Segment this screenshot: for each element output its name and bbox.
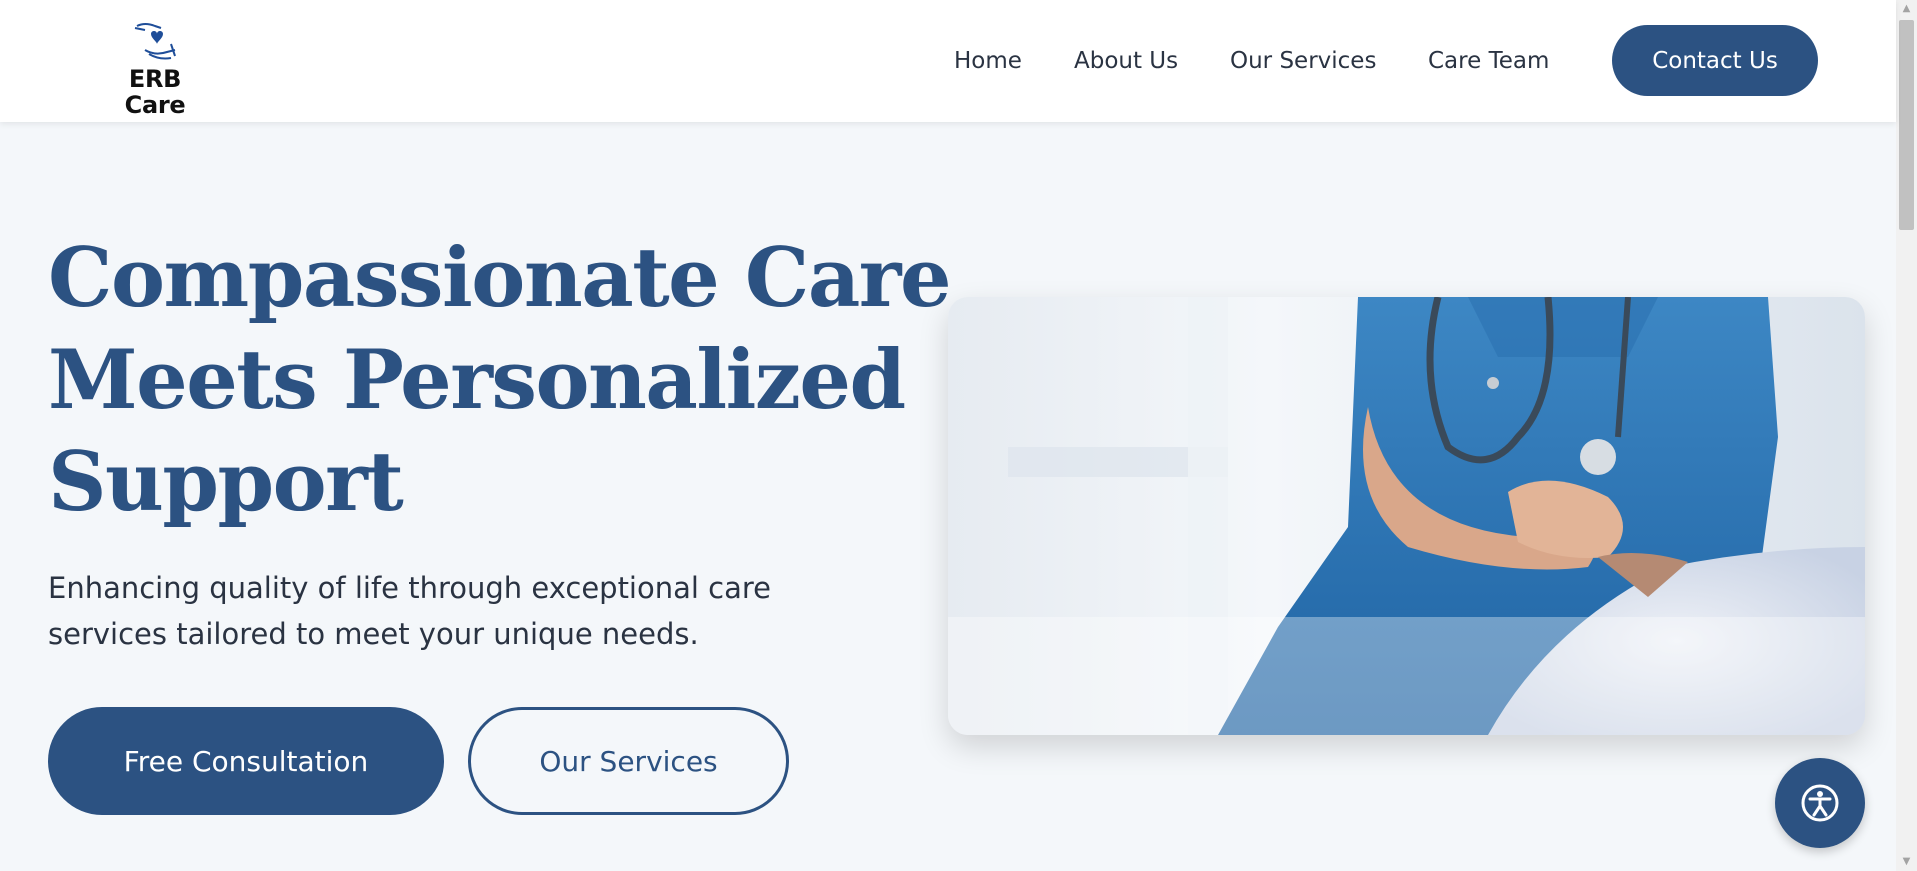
- hero-subtitle: Enhancing quality of life through except…: [48, 565, 808, 657]
- scrollbar[interactable]: ▲ ▼: [1896, 0, 1917, 871]
- logo-text: ERB Care: [124, 65, 186, 119]
- hero-title-line: Compassionate Care: [48, 231, 952, 326]
- scroll-up-arrow-icon[interactable]: ▲: [1896, 0, 1917, 18]
- nav-home: Home: [954, 0, 1022, 122]
- hero-title-line: Support: [48, 435, 404, 530]
- hero-title-line: Meets Personalized: [48, 333, 906, 428]
- nav-link-about-us[interactable]: About Us: [1074, 48, 1178, 74]
- hands-heart-icon: [134, 23, 176, 60]
- hero-image: [948, 297, 1865, 735]
- free-consultation-button[interactable]: Free Consultation: [48, 707, 444, 815]
- hero-subtitle-line: Enhancing quality of life through except…: [48, 571, 772, 605]
- contact-us-button[interactable]: Contact Us: [1612, 25, 1818, 96]
- our-services-button[interactable]: Our Services: [468, 707, 789, 815]
- nurse-holding-patient-hands-photo: [948, 297, 1865, 735]
- nav-services: Our Services: [1230, 0, 1376, 122]
- hero-subtitle-line: services tailored to meet your unique ne…: [48, 617, 699, 651]
- scroll-down-arrow-icon[interactable]: ▼: [1896, 853, 1917, 871]
- nav-about: About Us: [1074, 0, 1178, 122]
- nav-team: Care Team: [1428, 0, 1549, 122]
- site-header: ERB Care Home About Us Our Services Care…: [0, 0, 1896, 122]
- nav-link-care-team[interactable]: Care Team: [1428, 48, 1549, 74]
- accessibility-button[interactable]: [1775, 758, 1865, 848]
- logo[interactable]: ERB Care: [95, 20, 215, 118]
- nav-link-our-services[interactable]: Our Services: [1230, 48, 1376, 74]
- scroll-thumb[interactable]: [1899, 20, 1914, 230]
- accessibility-icon: [1801, 784, 1839, 822]
- hero-title: Compassionate Care Meets Personalized Su…: [48, 228, 952, 534]
- nav-link-home[interactable]: Home: [954, 48, 1022, 74]
